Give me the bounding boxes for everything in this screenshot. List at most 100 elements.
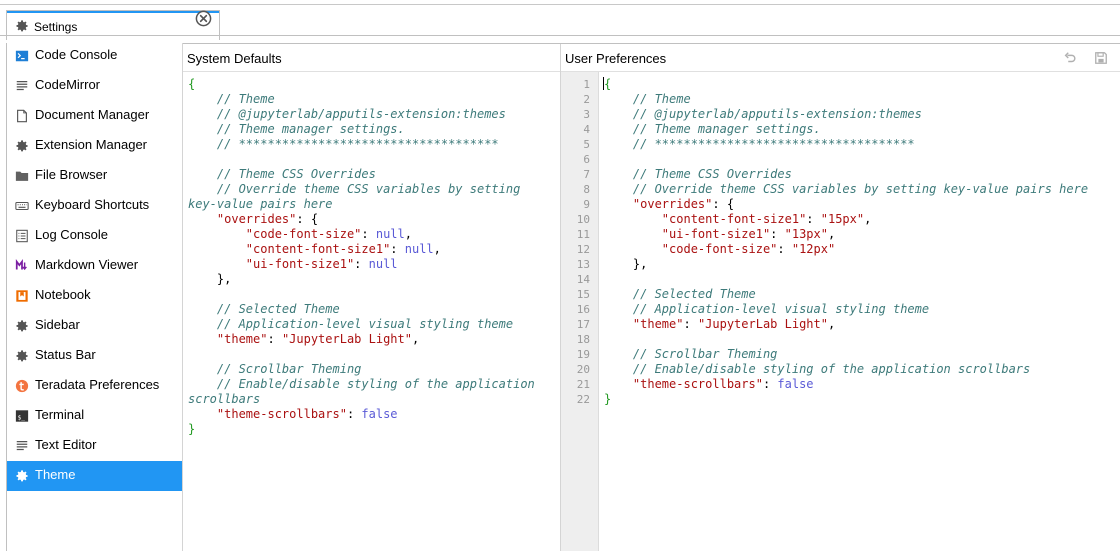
code-line: "theme": "JupyterLab Light", [188, 332, 558, 347]
save-icon[interactable] [1094, 51, 1108, 65]
sidebar-item-label: Notebook [35, 287, 91, 302]
sidebar-item-file-browser[interactable]: File Browser [7, 161, 182, 191]
code-token-punct: , [404, 227, 412, 241]
code-token-str: "13px" [784, 227, 828, 241]
code-token-punct [188, 227, 246, 241]
code-token-kw: null [375, 227, 405, 241]
code-line: // Selected Theme [188, 302, 558, 317]
keyboard-icon [15, 201, 29, 211]
line-number: 8 [583, 183, 590, 196]
code-token-kw: false [361, 407, 398, 421]
line-number-gutter: 1 2 3 4 5 6 7 8 9 10 11 12 13 14 15 16 17 18 19 20 21 22 [561, 72, 599, 551]
line-number: 2 [583, 93, 590, 106]
code-line: // Override theme CSS variables by setti… [604, 182, 1118, 197]
gear-icon [16, 470, 28, 482]
sidebar-item-terminal[interactable]: $_ Terminal [7, 401, 182, 431]
sidebar-item-code-console[interactable]: Code Console [7, 41, 182, 71]
system-defaults-title: System Defaults [187, 51, 282, 66]
code-token-comment: // Override theme CSS variables by setti… [604, 182, 1089, 196]
code-token-str: "15px" [820, 212, 865, 226]
sidebar-item-extension-manager[interactable]: Extension Manager [7, 131, 182, 161]
code-token-brace: } [188, 422, 196, 436]
code-token-kw: null [368, 257, 398, 271]
code-token-punct: : { [296, 212, 319, 226]
gear-icon [16, 20, 28, 32]
code-token-brace: { [188, 77, 196, 91]
sidebar-item-sidebar[interactable]: Sidebar [7, 311, 182, 341]
code-token-comment: // ************************************ [188, 137, 499, 151]
line-number: 13 [576, 258, 590, 271]
line-number: 11 [576, 228, 590, 241]
code-token-comment: // @jupyterlab/apputils-extension:themes [604, 107, 922, 121]
code-line: "code-font-size": null, [188, 227, 558, 242]
close-circle-icon[interactable] [195, 10, 212, 27]
code-line: "overrides": { [188, 212, 558, 227]
code-token-comment: // Theme [188, 92, 275, 106]
code-token-punct [604, 317, 633, 331]
console-icon [15, 50, 29, 62]
user-preferences-editor[interactable]: { // Theme // @jupyterlab/apputils-exten… [603, 77, 1118, 407]
sidebar-item-label: Document Manager [35, 107, 150, 122]
undo-icon[interactable] [1063, 51, 1077, 65]
sidebar-item-label: Markdown Viewer [35, 257, 139, 272]
line-number: 14 [576, 273, 590, 286]
code-line: // Enable/disable styling of the applica… [188, 377, 558, 392]
sidebar-item-document-manager[interactable]: Document Manager [7, 101, 182, 131]
code-token-punct: : [683, 317, 698, 331]
code-token-brace: { [604, 77, 612, 91]
code-token-brace: } [604, 392, 612, 406]
code-token-punct [604, 377, 633, 391]
code-token-punct: , [433, 242, 441, 256]
code-token-comment: // ************************************ [604, 137, 915, 151]
code-token-comment: // @jupyterlab/apputils-extension:themes [188, 107, 506, 121]
sidebar-item-log-console[interactable]: Log Console [7, 221, 182, 251]
sidebar-item-notebook[interactable]: Notebook [7, 281, 182, 311]
sidebar-item-codemirror[interactable]: CodeMirror [7, 71, 182, 101]
code-token-key: "code-font-size" [661, 242, 778, 256]
sidebar-item-markdown-viewer[interactable]: Markdown Viewer [7, 251, 182, 281]
sidebar-item-label: Terminal [35, 407, 85, 422]
code-token-key: "theme-scrollbars" [632, 377, 763, 391]
code-line: // ************************************ [188, 137, 558, 152]
sidebar-item-theme[interactable]: Theme [7, 461, 182, 491]
system-defaults-editor: { // Theme // @jupyterlab/apputils-exten… [188, 77, 558, 437]
code-line: // Scrollbar Theming [188, 362, 558, 377]
code-token-comment: // Theme manager settings. [604, 122, 821, 136]
code-token-comment: // Scrollbar Theming [604, 347, 778, 361]
code-line: // ************************************ [604, 137, 1118, 152]
code-token-comment: // Theme [604, 92, 691, 106]
code-line: // @jupyterlab/apputils-extension:themes [188, 107, 558, 122]
code-token-comment: key-value pairs here [188, 197, 333, 211]
code-token-str: "12px" [791, 242, 836, 256]
sidebar-item-text-editor[interactable]: Text Editor [7, 431, 182, 461]
code-line: "ui-font-size1": "13px", [604, 227, 1118, 242]
teradata-logo-icon [15, 379, 29, 393]
code-token-punct [188, 242, 246, 256]
line-number: 12 [576, 243, 590, 256]
code-line: // Theme manager settings. [188, 122, 558, 137]
code-token-str: "JupyterLab Light" [697, 317, 828, 331]
code-line: { [188, 77, 558, 92]
code-line: scrollbars [188, 392, 558, 407]
sidebar-item-label: File Browser [35, 167, 108, 182]
code-token-kw: null [404, 242, 434, 256]
code-line: "content-font-size1": "15px", [604, 212, 1118, 227]
code-token-punct: , [411, 332, 420, 346]
code-line: } [188, 422, 558, 437]
list-icon [16, 229, 28, 243]
code-token-key: "ui-font-size1" [245, 257, 355, 271]
sidebar-item-teradata-preferences[interactable]: Teradata Preferences [7, 371, 182, 401]
sidebar-item-keyboard-shortcuts[interactable]: Keyboard Shortcuts [7, 191, 182, 221]
code-line: key-value pairs here [188, 197, 558, 212]
code-token-key: "content-font-size1" [661, 212, 807, 226]
code-line: }, [604, 257, 1118, 272]
line-number: 5 [583, 138, 590, 151]
code-line: // Theme manager settings. [604, 122, 1118, 137]
code-token-comment: // Application-level visual styling them… [604, 302, 930, 316]
terminal-icon: $_ [15, 410, 29, 422]
code-token-key: "overrides" [632, 197, 713, 211]
code-line: }, [188, 272, 558, 287]
sidebar-item-status-bar[interactable]: Status Bar [7, 341, 182, 371]
line-number: 1 [583, 78, 590, 91]
